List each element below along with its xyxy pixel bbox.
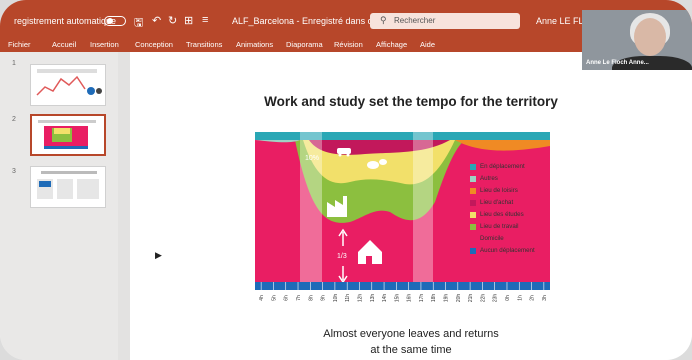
- ratio-label: 1/3: [337, 253, 347, 260]
- legend-swatch: [470, 176, 476, 182]
- legend-item: Lieu d'achat: [470, 198, 570, 210]
- tab-conception[interactable]: Conception: [135, 40, 173, 49]
- slide-thumbnail-3[interactable]: [30, 166, 106, 208]
- tab-affichage[interactable]: Affichage: [376, 40, 407, 49]
- save-icon[interactable]: 🖫: [134, 14, 143, 33]
- chart-legend: En déplacement Autres Lieu de loisirs Li…: [470, 162, 570, 258]
- time-tick-label: 2h: [530, 295, 536, 301]
- time-tick-label: 4h: [259, 295, 265, 301]
- time-tick-label: 6h: [284, 295, 290, 301]
- time-tick-label: 3h: [542, 295, 548, 301]
- time-tick-label: 19h: [444, 294, 450, 303]
- legend-swatch: [470, 224, 476, 230]
- tab-insertion[interactable]: Insertion: [90, 40, 119, 49]
- thumbnail-number: 3: [12, 168, 16, 175]
- time-tick-label: 9h: [321, 295, 327, 301]
- legend-item: Aucun déplacement: [470, 246, 570, 258]
- pane-divider[interactable]: [118, 52, 130, 360]
- time-tick-label: 17h: [419, 294, 425, 303]
- legend-item: En déplacement: [470, 162, 570, 174]
- customize-toolbar-icon[interactable]: ≡: [202, 14, 208, 26]
- slide-thumbnail-2[interactable]: [30, 114, 106, 156]
- thumbnail-number: 2: [12, 116, 16, 123]
- legend-label: Lieu d'achat: [480, 199, 514, 206]
- percent-label: 10%: [305, 155, 319, 162]
- legend-label: Lieu de loisirs: [480, 187, 518, 194]
- tab-animations[interactable]: Animations: [236, 40, 273, 49]
- slide-caption-line-1: Almost everyone leaves and returns: [323, 328, 499, 340]
- thumbnail-number: 1: [12, 60, 16, 67]
- tab-transitions[interactable]: Transitions: [186, 40, 222, 49]
- search-box[interactable]: ⚲ Rechercher: [370, 13, 520, 29]
- time-tick-label: 11h: [345, 294, 351, 302]
- time-tick-label: 23h: [493, 294, 499, 303]
- legend-label: Aucun déplacement: [480, 247, 535, 254]
- slideshow-icon[interactable]: ⊞: [184, 14, 193, 27]
- legend-item: Domicile: [470, 234, 570, 246]
- legend-label: En déplacement: [480, 163, 525, 170]
- thumbnail-1-preview: [36, 69, 102, 96]
- legend-swatch: [470, 236, 476, 242]
- legend-swatch: [470, 200, 476, 206]
- time-tick-label: 1h: [517, 295, 523, 301]
- time-tick-label: 13h: [370, 294, 376, 303]
- time-tick-label: 21h: [468, 294, 474, 303]
- thumbnail-2-preview: [38, 120, 96, 149]
- legend-swatch: [470, 188, 476, 194]
- time-tick-label: 10h: [333, 294, 339, 303]
- legend-item: Lieu de loisirs: [470, 186, 570, 198]
- slide-caption-line-2: at the same time: [370, 344, 452, 356]
- time-tick-label: 8h: [308, 295, 314, 301]
- slide-thumbnail-1[interactable]: [30, 64, 106, 106]
- mouse-cursor-icon: ▶: [155, 250, 162, 260]
- slide-thumbnails-pane: 1 2 3: [0, 52, 118, 360]
- document-title: ALF_Barcelona - Enregistré dans ce PC: [232, 16, 393, 26]
- time-tick-label: 7h: [296, 295, 302, 301]
- legend-swatch: [470, 248, 476, 254]
- legend-item: Lieu des études: [470, 210, 570, 222]
- time-tick-label: 5h: [271, 295, 277, 301]
- undo-icon[interactable]: ↶: [152, 14, 161, 27]
- time-tick-label: 14h: [382, 294, 388, 303]
- legend-label: Domicile: [480, 235, 504, 242]
- slide-canvas[interactable]: Work and study set the tempo for the ter…: [130, 52, 692, 360]
- time-tick-label: 16h: [407, 294, 413, 303]
- window-frame: registrement automatique 🖫 ↶ ↻ ⊞ ≡ ALF_B…: [0, 0, 692, 360]
- time-tick-label: 0h: [505, 295, 511, 301]
- search-icon: ⚲: [380, 15, 387, 25]
- rush-hour-highlight-evening: [413, 132, 433, 282]
- legend-item: Lieu de travail: [470, 222, 570, 234]
- legend-swatch: [470, 212, 476, 218]
- webcam-name-label: Anne Le Floch Anne...: [586, 60, 649, 66]
- presenter-face: [634, 18, 666, 56]
- autosave-toggle[interactable]: [104, 16, 126, 26]
- time-tick-label: 22h: [480, 294, 486, 303]
- legend-label: Lieu des études: [480, 211, 524, 218]
- time-tick-label: 15h: [394, 294, 400, 303]
- thumbnail-3-preview: [37, 171, 99, 199]
- time-tick-label: 12h: [357, 294, 363, 303]
- legend-label: Autres: [480, 175, 498, 182]
- webcam-overlay: Anne Le Floch Anne...: [582, 10, 692, 70]
- search-placeholder: Rechercher: [394, 16, 436, 25]
- tab-accueil[interactable]: Accueil: [52, 40, 76, 49]
- legend-label: Lieu de travail: [480, 223, 519, 230]
- time-tick-label: 20h: [456, 294, 462, 303]
- redo-icon[interactable]: ↻: [168, 14, 177, 27]
- tab-revision[interactable]: Révision: [334, 40, 363, 49]
- legend-swatch: [470, 164, 476, 170]
- tab-aide[interactable]: Aide: [420, 40, 435, 49]
- chart-area-aucun-deplacement: [255, 282, 550, 290]
- autosave-label: registrement automatique: [14, 16, 117, 26]
- time-tick-label: 18h: [431, 294, 437, 303]
- tab-fichier[interactable]: Fichier: [8, 40, 31, 49]
- legend-item: Autres: [470, 174, 570, 186]
- slide-title: Work and study set the tempo for the ter…: [264, 94, 558, 109]
- chart-area-en-deplacement: [255, 132, 550, 140]
- tab-diaporama[interactable]: Diaporama: [286, 40, 323, 49]
